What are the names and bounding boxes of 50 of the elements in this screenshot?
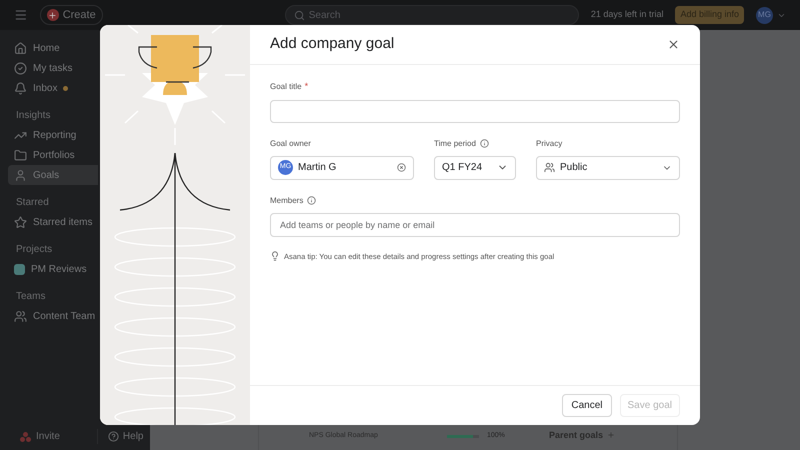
field-label: Privacy bbox=[536, 138, 564, 150]
menu-icon[interactable] bbox=[14, 8, 28, 22]
user-avatar[interactable]: MG bbox=[756, 6, 773, 24]
section-heading: Teams bbox=[15, 290, 46, 304]
plus-icon[interactable] bbox=[607, 431, 616, 439]
section-heading: Projects bbox=[15, 243, 54, 257]
search-icon bbox=[294, 10, 305, 20]
sidebar-item[interactable]: Home bbox=[8, 38, 98, 58]
dialog-title: Add company goal bbox=[270, 34, 394, 54]
info-icon bbox=[307, 196, 316, 205]
trial-text: 21 days left in trial bbox=[590, 8, 664, 22]
search-field[interactable]: Search bbox=[284, 5, 579, 25]
cancel-button[interactable]: Cancel bbox=[562, 394, 612, 417]
sidebar-item[interactable]: Content Team bbox=[8, 306, 98, 326]
sidebar-item[interactable]: Goals bbox=[8, 165, 98, 185]
invite-button[interactable]: Invite bbox=[20, 429, 60, 444]
goal-title-field[interactable] bbox=[270, 100, 680, 122]
info-icon bbox=[480, 139, 489, 148]
sidebar-item[interactable]: Portfolios bbox=[8, 145, 98, 165]
sidebar-item[interactable]: PM Reviews bbox=[8, 259, 98, 279]
field-label: Time period bbox=[434, 138, 476, 150]
folder-icon bbox=[14, 148, 27, 162]
privacy-dropdown[interactable]: Public bbox=[536, 156, 680, 180]
home-icon bbox=[14, 42, 27, 54]
clear-icon[interactable] bbox=[397, 163, 406, 172]
help-button[interactable]: Help bbox=[96, 429, 144, 444]
dots-icon bbox=[20, 432, 32, 442]
sidebar-item[interactable]: Reporting bbox=[8, 125, 98, 145]
sidebar-item[interactable]: Starred items bbox=[8, 212, 98, 232]
field-label: Goal owner bbox=[270, 138, 312, 150]
field-label: Goal title bbox=[270, 80, 302, 93]
field-label: Members bbox=[270, 194, 304, 206]
help-icon bbox=[108, 431, 119, 442]
section-heading: Insights bbox=[15, 109, 52, 123]
required-mark: * bbox=[304, 80, 308, 93]
star-icon bbox=[14, 216, 27, 228]
lightbulb-icon bbox=[270, 251, 280, 262]
close-icon[interactable] bbox=[667, 38, 680, 51]
sidebar-item[interactable]: My tasks bbox=[8, 58, 98, 78]
check-circle-icon bbox=[14, 62, 27, 74]
sidebar-item[interactable]: Inbox bbox=[8, 78, 98, 98]
create-button[interactable]: Create bbox=[40, 5, 103, 25]
bell-icon bbox=[14, 82, 27, 94]
plus-icon bbox=[46, 9, 59, 21]
time-period-dropdown[interactable]: Q1 FY24 bbox=[434, 156, 516, 180]
section-heading: Starred bbox=[15, 196, 50, 210]
members-field[interactable]: Add teams or people by name or email bbox=[270, 212, 680, 236]
person-icon bbox=[14, 168, 27, 182]
people-icon bbox=[14, 310, 27, 322]
people-icon bbox=[544, 162, 555, 173]
